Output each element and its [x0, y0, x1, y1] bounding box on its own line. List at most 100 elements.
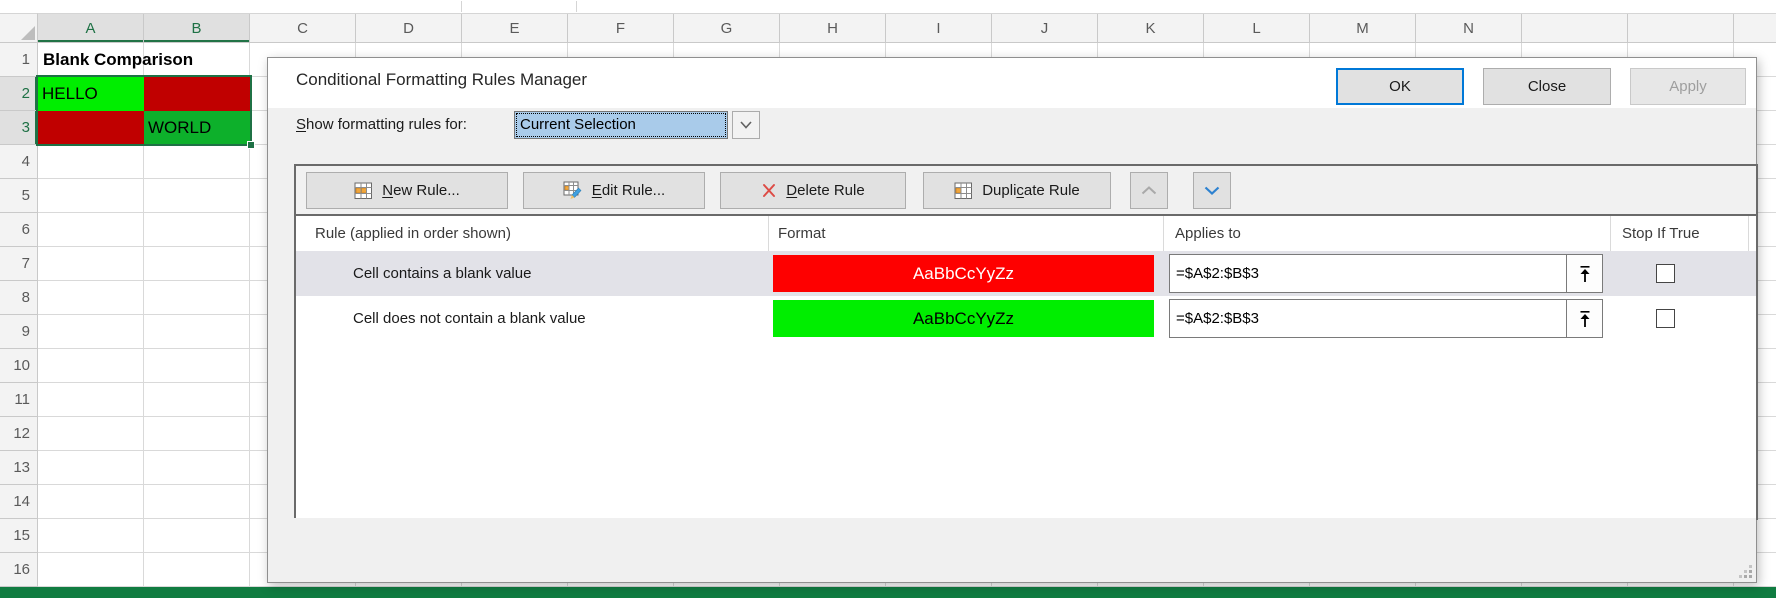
column-separator [1163, 216, 1164, 251]
show-rules-dropdown[interactable]: Current Selection [514, 111, 728, 139]
edit-rule-button[interactable]: Edit Rule... [523, 172, 705, 209]
column-header-format: Format [778, 216, 826, 251]
column-separator [1610, 216, 1611, 251]
excel-window: ABCDEFGHIJKLMN 12345678910111213141516 B… [0, 0, 1776, 598]
close-button[interactable]: Close [1483, 68, 1611, 105]
row-header[interactable]: 10 [0, 349, 38, 383]
rule-row-not-blank[interactable]: Cell does not contain a blank value AaBb… [296, 296, 1756, 341]
column-header[interactable]: H [780, 14, 886, 43]
duplicate-rule-button[interactable]: Duplicate Rule [923, 172, 1111, 209]
column-header[interactable]: I [886, 14, 992, 43]
table-grid-pencil-icon [563, 181, 583, 200]
table-grid-icon [954, 182, 973, 200]
rules-panel: New Rule... Edit Rule... [294, 164, 1758, 520]
column-header[interactable]: C [250, 14, 356, 43]
collapse-dialog-button[interactable] [1566, 255, 1602, 292]
dialog-title: Conditional Formatting Rules Manager [296, 70, 587, 90]
cell-a3[interactable] [38, 111, 144, 145]
cell-b2[interactable] [144, 77, 250, 111]
row-headers: 12345678910111213141516 [0, 43, 38, 587]
stop-if-true-checkbox[interactable] [1656, 309, 1675, 328]
column-header[interactable] [1628, 14, 1734, 43]
red-x-icon [761, 183, 777, 198]
formula-bar-remnant [0, 0, 1776, 13]
column-header[interactable]: D [356, 14, 462, 43]
row-header[interactable]: 16 [0, 553, 38, 587]
applies-to-field [1169, 254, 1603, 293]
applies-to-input[interactable] [1170, 300, 1566, 337]
rule-name: Cell contains a blank value [353, 251, 531, 296]
row-header[interactable]: 4 [0, 145, 38, 179]
collapse-dialog-button[interactable] [1566, 300, 1602, 337]
column-header[interactable]: G [674, 14, 780, 43]
edit-rule-label: Edit Rule... [592, 182, 665, 199]
column-header[interactable]: K [1098, 14, 1204, 43]
column-header[interactable]: J [992, 14, 1098, 43]
row-header[interactable]: 11 [0, 383, 38, 417]
applies-to-field [1169, 299, 1603, 338]
cell-b3[interactable]: WORLD [144, 111, 250, 145]
rules-toolbar: New Rule... Edit Rule... [296, 166, 1756, 216]
column-header[interactable]: B [144, 14, 250, 43]
row-header[interactable]: 1 [0, 43, 38, 77]
show-rules-label: Show formatting rules for: [296, 116, 467, 133]
show-rules-label-key: S [296, 116, 306, 133]
column-header[interactable]: L [1204, 14, 1310, 43]
column-header[interactable]: E [462, 14, 568, 43]
column-header-stop-if-true: Stop If True [1622, 216, 1700, 251]
rule-name: Cell does not contain a blank value [353, 296, 586, 341]
chevron-down-icon [1204, 186, 1220, 195]
collapse-up-arrow-icon [1578, 309, 1592, 329]
select-all-triangle-icon [21, 26, 35, 40]
formula-bar-separator [576, 1, 577, 12]
new-rule-label: New Rule... [382, 182, 460, 199]
column-header[interactable]: A [38, 14, 144, 43]
delete-rule-label: Delete Rule [786, 182, 864, 199]
row-header[interactable]: 5 [0, 179, 38, 213]
formula-bar-separator [461, 1, 462, 12]
column-header[interactable] [1734, 14, 1776, 43]
chevron-down-icon [740, 121, 752, 129]
row-header[interactable]: 8 [0, 281, 38, 315]
chevron-up-icon [1141, 186, 1157, 195]
stop-if-true-checkbox[interactable] [1656, 264, 1675, 283]
fill-handle[interactable] [247, 141, 255, 149]
row-header[interactable]: 13 [0, 451, 38, 485]
collapse-up-arrow-icon [1578, 264, 1592, 284]
cell-a2[interactable]: HELLO [38, 77, 144, 111]
column-separator [768, 216, 769, 251]
move-rule-up-button[interactable] [1130, 172, 1168, 209]
duplicate-rule-label: Duplicate Rule [982, 182, 1080, 199]
row-header[interactable]: 3 [0, 111, 38, 145]
show-rules-dropdown-button[interactable] [732, 111, 760, 139]
column-header[interactable]: F [568, 14, 674, 43]
column-separator [1748, 216, 1749, 251]
row-header[interactable]: 12 [0, 417, 38, 451]
table-grid-icon [354, 182, 373, 200]
row-header[interactable]: 6 [0, 213, 38, 247]
row-header[interactable]: 2 [0, 77, 38, 111]
applies-to-input[interactable] [1170, 255, 1566, 292]
column-header[interactable] [1522, 14, 1628, 43]
row-header[interactable]: 9 [0, 315, 38, 349]
select-all-corner[interactable] [0, 13, 38, 43]
row-header[interactable]: 7 [0, 247, 38, 281]
new-rule-button[interactable]: New Rule... [306, 172, 508, 209]
apply-button: Apply [1630, 68, 1746, 105]
delete-rule-button[interactable]: Delete Rule [720, 172, 906, 209]
ok-button[interactable]: OK [1336, 68, 1464, 105]
rules-list: Rule (applied in order shown) Format App… [296, 216, 1756, 518]
column-headers: ABCDEFGHIJKLMN [38, 13, 1776, 43]
row-header[interactable]: 14 [0, 485, 38, 519]
dialog-footer [268, 518, 1756, 582]
move-rule-down-button[interactable] [1193, 172, 1231, 209]
column-header-applies-to: Applies to [1175, 216, 1241, 251]
show-rules-label-post: how formatting rules for: [306, 116, 467, 133]
resize-grip[interactable] [1749, 575, 1752, 578]
column-header-rule: Rule (applied in order shown) [315, 216, 511, 251]
row-header[interactable]: 15 [0, 519, 38, 553]
conditional-formatting-rules-manager-dialog: Conditional Formatting Rules Manager ? ✕… [267, 57, 1757, 583]
rule-row-blank[interactable]: Cell contains a blank value AaBbCcYyZz [296, 251, 1756, 296]
column-header[interactable]: N [1416, 14, 1522, 43]
column-header[interactable]: M [1310, 14, 1416, 43]
